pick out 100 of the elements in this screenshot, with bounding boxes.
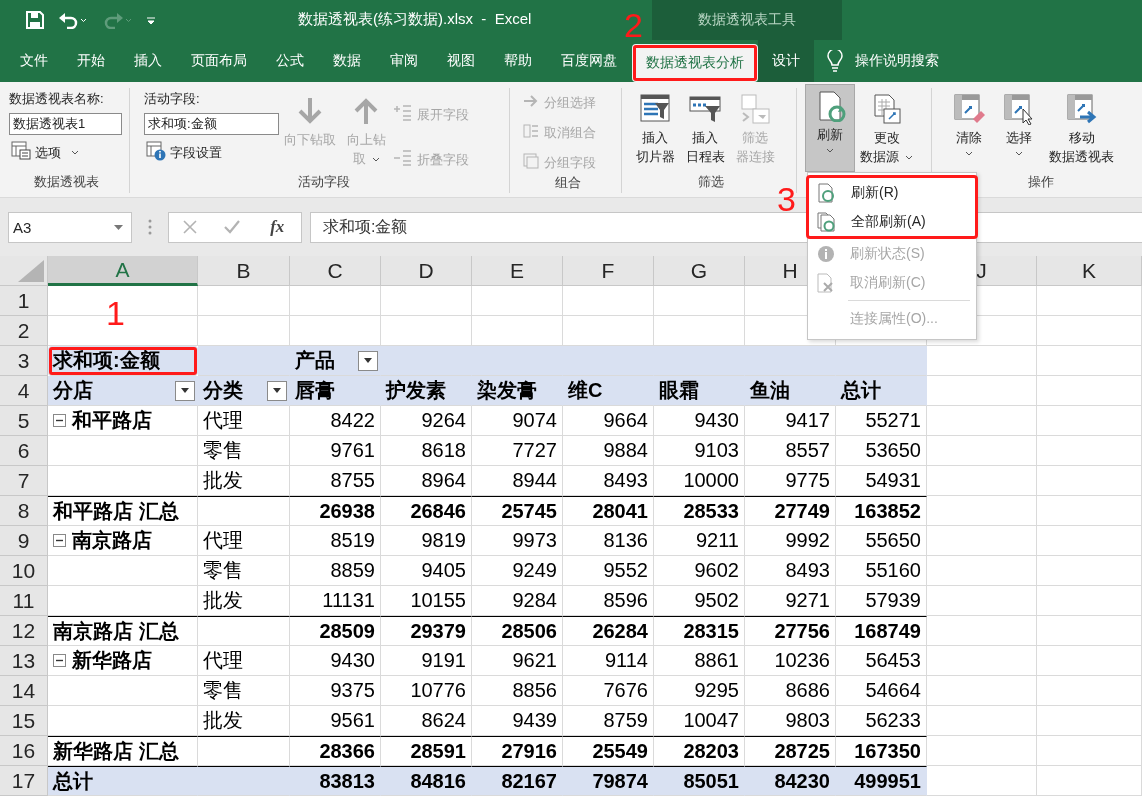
table-cell: 护发素: [381, 376, 472, 406]
filter-dropdown-button[interactable]: [267, 380, 287, 401]
ribbon-tab[interactable]: 插入: [120, 40, 176, 82]
row-header[interactable]: 14: [0, 676, 48, 706]
caret-icon: [826, 148, 834, 153]
redo-icon: [102, 11, 132, 29]
column-header[interactable]: A: [48, 256, 198, 286]
table-cell: 7727: [472, 436, 563, 466]
ribbon-button[interactable]: 移动 数据透视表: [1044, 88, 1119, 168]
row-header[interactable]: 17: [0, 766, 48, 796]
save-icon[interactable]: [26, 11, 44, 29]
row-header[interactable]: 7: [0, 466, 48, 496]
column-header[interactable]: G: [654, 256, 745, 286]
name-box[interactable]: A3: [8, 211, 132, 243]
table-cell: 8136: [563, 526, 654, 556]
table-cell: 8596: [563, 586, 654, 616]
menu-item[interactable]: 刷新(R): [809, 178, 975, 207]
ungroup-icon: [522, 122, 540, 140]
ribbon-tab[interactable]: 公式: [262, 40, 318, 82]
table-cell: 9191: [381, 646, 472, 676]
field-settings-icon: [146, 141, 166, 161]
field-settings-button[interactable]: 字段设置: [144, 140, 224, 165]
group-label: 活动字段: [296, 173, 351, 191]
collapse-toggle-icon[interactable]: [53, 534, 66, 547]
filter-dropdown-button[interactable]: [358, 350, 378, 371]
collapse-toggle-icon[interactable]: [53, 654, 66, 667]
field-label: 数据透视表名称:: [9, 90, 104, 108]
filter-dropdown-button[interactable]: [175, 380, 195, 401]
table-cell: 8493: [563, 466, 654, 496]
table-cell: 零售: [198, 676, 290, 706]
ribbon-tab[interactable]: 视图: [433, 40, 489, 82]
table-cell: 8493: [745, 556, 836, 586]
row-header[interactable]: 6: [0, 436, 48, 466]
field-label: 活动字段:: [144, 90, 200, 108]
row-header[interactable]: 9: [0, 526, 48, 556]
ribbon-button[interactable]: 插入 日程表: [680, 88, 730, 168]
ribbon-button[interactable]: 更改 数据源: [855, 88, 918, 168]
ribbon-button[interactable]: 插入 切片器: [630, 88, 680, 168]
options-button[interactable]: 选项: [9, 140, 81, 165]
column-header[interactable]: D: [381, 256, 472, 286]
group-label: 操作: [1027, 173, 1055, 191]
group-label: 组合: [553, 174, 582, 192]
drag-handle-icon[interactable]: [148, 219, 152, 235]
row-header[interactable]: 16: [0, 736, 48, 766]
row-header[interactable]: 10: [0, 556, 48, 586]
ribbon-tab[interactable]: 页面布局: [177, 40, 261, 82]
table-cell: 9775: [745, 466, 836, 496]
table-cell: 9761: [290, 436, 381, 466]
tell-me-search[interactable]: 操作说明搜索: [843, 40, 939, 82]
column-header[interactable]: C: [290, 256, 381, 286]
table-cell: 新华路店 汇总: [48, 736, 198, 766]
clear-eraser-icon: [953, 93, 985, 125]
row-header[interactable]: 12: [0, 616, 48, 646]
table-cell: 168749: [836, 616, 927, 646]
ribbon-button[interactable]: 清除: [944, 88, 994, 158]
collapse-toggle-icon[interactable]: [53, 414, 66, 427]
table-cell: 9074: [472, 406, 563, 436]
ribbon-tab[interactable]: 帮助: [490, 40, 546, 82]
table-cell: 9211: [654, 526, 745, 556]
table-cell: 鱼油: [745, 376, 836, 406]
row-header[interactable]: 11: [0, 586, 48, 616]
active-field-field[interactable]: 求和项:金额: [144, 113, 279, 135]
ribbon-tab[interactable]: 开始: [63, 40, 119, 82]
row-header[interactable]: 8: [0, 496, 48, 526]
ribbon-button[interactable]: 刷新: [805, 84, 855, 172]
ribbon-tab[interactable]: 文件: [6, 40, 62, 82]
row-header[interactable]: 2: [0, 316, 48, 346]
table-cell: 9561: [290, 706, 381, 736]
ribbon-tab[interactable]: 数据透视表分析: [632, 44, 758, 82]
column-header[interactable]: B: [198, 256, 290, 286]
ribbon-button[interactable]: 选择: [994, 88, 1044, 158]
column-header[interactable]: K: [1037, 256, 1142, 286]
table-cell: 9502: [654, 586, 745, 616]
ribbon-tab[interactable]: 设计: [758, 40, 814, 82]
table-cell: 26846: [381, 496, 472, 526]
table-cell: 9621: [472, 646, 563, 676]
lightbulb-icon: [827, 50, 843, 72]
ribbon-tab[interactable]: 百度网盘: [547, 40, 631, 82]
pivot-name-field[interactable]: 数据透视表1: [9, 113, 122, 135]
customize-toolbar-icon[interactable]: [146, 14, 156, 26]
ribbon-tab[interactable]: 数据: [319, 40, 375, 82]
enter-check-icon[interactable]: [222, 219, 241, 235]
insert-function-button[interactable]: fx: [266, 217, 289, 237]
table-cell: 84230: [745, 766, 836, 796]
move-arrow-icon: [1065, 93, 1098, 125]
row-header[interactable]: 13: [0, 646, 48, 676]
undo-icon[interactable]: [58, 11, 88, 29]
row-header[interactable]: 5: [0, 406, 48, 436]
column-header[interactable]: F: [563, 256, 654, 286]
row-header[interactable]: 4: [0, 376, 48, 406]
row-header[interactable]: 1: [0, 286, 48, 316]
column-header[interactable]: E: [472, 256, 563, 286]
row-header[interactable]: 3: [0, 346, 48, 376]
table-cell: 8422: [290, 406, 381, 436]
dropdown-arrow-icon: [181, 388, 189, 393]
ribbon-tab[interactable]: 审阅: [376, 40, 432, 82]
table-cell: 26284: [563, 616, 654, 646]
row-header[interactable]: 15: [0, 706, 48, 736]
caret-icon: [1015, 151, 1023, 156]
table-cell: 11131: [290, 586, 381, 616]
